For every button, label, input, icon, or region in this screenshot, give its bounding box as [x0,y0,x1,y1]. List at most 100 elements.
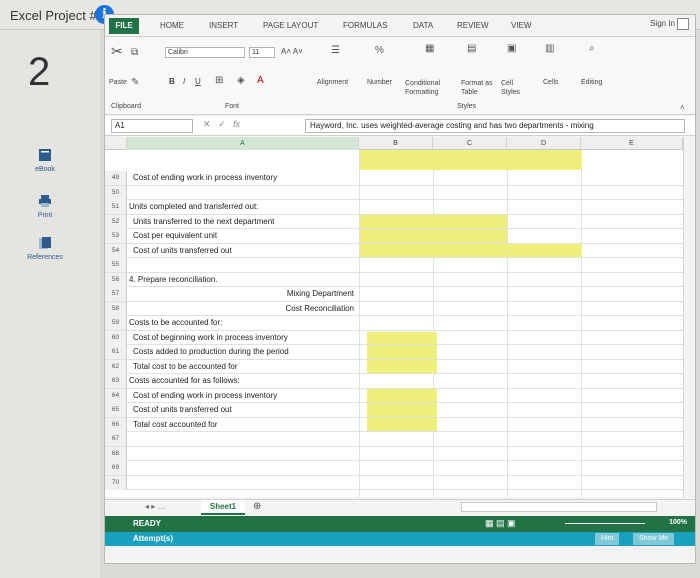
row-number[interactable]: 69 [105,461,127,475]
column-header-e[interactable]: E [581,137,683,150]
row-number[interactable]: 56 [105,272,127,287]
tab-view[interactable]: VIEW [511,21,531,30]
row-number[interactable]: 65 [105,403,127,417]
row-number[interactable]: 64 [105,388,127,403]
row-number[interactable]: 63 [105,374,127,388]
sign-in-link[interactable]: Sign In [650,18,689,30]
row-number[interactable]: 57 [105,287,127,301]
editing-button[interactable]: Editing [581,79,602,86]
spreadsheet-grid[interactable]: A B C D E 49 Cost of ending work in proce… [105,137,683,497]
add-sheet-icon[interactable]: ⊕ [253,501,261,512]
alignment-button[interactable]: Alignment [317,79,348,86]
hint-button[interactable]: Hint [595,533,620,545]
table-row: 59 Costs to be accounted for: [105,316,683,331]
collapse-ribbon-icon[interactable]: ˄ [680,103,685,112]
column-header-c[interactable]: C [433,137,507,150]
cell-a[interactable]: Cost of ending work in process inventory [129,171,359,185]
cell-a[interactable]: Cost Reconciliation [129,302,354,316]
references-tool[interactable]: References [10,236,80,261]
table-row: 51 Units completed and transferred out: [105,200,683,215]
copy-icon[interactable]: ⧉ [131,47,138,58]
row-number[interactable]: 52 [105,214,127,229]
cell-a[interactable]: Costs added to production during the per… [129,345,359,359]
cell-a[interactable]: Units transferred to the next department [129,215,359,229]
cell-a[interactable]: Total cost to be accounted for [129,360,359,374]
formula-input[interactable]: Hayword, Inc. uses weighted-average cost… [305,119,685,133]
row-number[interactable]: 50 [105,185,127,200]
cell-a[interactable]: Cost of units transferred out [129,403,359,417]
cell-a[interactable]: Costs to be accounted for: [129,316,359,330]
row-number[interactable]: 53 [105,229,127,243]
row-number[interactable]: 67 [105,432,127,446]
column-header-b[interactable]: B [359,137,433,150]
show-me-button[interactable]: Show Me [633,533,675,545]
tab-formulas[interactable]: FORMULAS [343,21,387,30]
format-as-table-button[interactable]: Format as Table [461,79,499,97]
tab-data[interactable]: DATA [413,21,433,30]
format-painter-icon[interactable]: ✎ [131,77,139,88]
column-header-a[interactable]: A [127,137,359,150]
ebook-tool[interactable]: eBook [10,148,80,173]
cancel-icon[interactable]: ✕ [203,119,211,129]
cells-button[interactable]: Cells [543,79,559,86]
table-row: 69 [105,461,683,476]
cell-a[interactable]: 4. Prepare reconciliation. [129,273,359,287]
font-color-icon[interactable]: A [257,75,264,86]
name-box[interactable]: A1 [111,119,193,133]
paste-button[interactable]: Paste [109,79,127,86]
tab-insert[interactable]: INSERT [209,21,238,30]
font-size-select[interactable]: 11 [249,47,275,58]
excel-window: FILE HOME INSERT PAGE LAYOUT FORMULAS DA… [104,14,696,564]
zoom-slider[interactable] [565,523,645,524]
row-number[interactable]: 49 [105,171,127,185]
row-number[interactable]: 51 [105,200,127,214]
italic-button[interactable]: I [183,77,185,86]
sheet-tab-sheet1[interactable]: Sheet1 [201,500,245,515]
number-button[interactable]: Number [367,79,392,86]
row-number[interactable]: 55 [105,258,127,272]
print-tool[interactable]: Print [10,194,80,219]
table-row: 52 Units transferred to the next departme… [105,214,683,229]
row-number[interactable]: 58 [105,301,127,316]
vertical-scrollbar[interactable] [683,137,695,497]
row-number[interactable]: 59 [105,316,127,330]
row-number[interactable]: 70 [105,475,127,490]
cell-a[interactable]: Total cost accounted for [129,418,359,432]
conditional-formatting-button[interactable]: Conditional Formatting [405,79,461,97]
tab-page-layout[interactable]: PAGE LAYOUT [263,21,318,30]
cell-a[interactable]: Cost per equivalent unit [129,229,359,243]
row-number[interactable]: 66 [105,417,127,432]
tab-home[interactable]: HOME [160,21,184,30]
horizontal-scrollbar[interactable] [461,502,657,512]
cell-a[interactable]: Mixing Department [129,287,354,301]
font-name-select[interactable]: Calibri [165,47,245,58]
row-number[interactable]: 62 [105,359,127,374]
underline-button[interactable]: U [195,77,201,86]
borders-icon[interactable]: ⊞ [215,75,223,86]
sheet-nav-arrows[interactable]: ◂ ▸ … [145,502,165,511]
select-all-corner[interactable] [105,137,127,150]
cell-a[interactable]: Costs accounted for as follows: [129,374,359,388]
row-number[interactable]: 61 [105,345,127,359]
scissors-icon[interactable]: ✂ [111,43,123,60]
cell-a[interactable]: Cost of ending work in process inventory [129,389,359,403]
table-row: 53 Cost per equivalent unit [105,229,683,244]
enter-icon[interactable]: ✓ [218,119,226,129]
table-row: 54 Cost of units transferred out [105,243,683,258]
column-header-d[interactable]: D [507,137,581,150]
cell-styles-button[interactable]: Cell Styles [501,79,531,97]
fx-icon[interactable]: fx [233,119,240,129]
cell-a[interactable]: Cost of units transferred out [129,244,359,258]
tab-file[interactable]: FILE [109,18,139,34]
cell-a[interactable]: Cost of beginning work in process invent… [129,331,359,345]
row-number[interactable]: 54 [105,243,127,258]
grow-font-icon[interactable]: A˄ A˅ [281,47,303,56]
row-number[interactable]: 60 [105,330,127,345]
row-number[interactable]: 68 [105,446,127,461]
cell-a[interactable]: Units completed and transferred out: [129,200,359,214]
view-mode-icons[interactable]: ▦ ▤ ▣ [485,518,516,529]
fill-color-icon[interactable]: ◈ [237,75,245,86]
tab-review[interactable]: REVIEW [457,21,489,30]
input-cell[interactable] [360,150,582,170]
bold-button[interactable]: B [169,77,175,86]
